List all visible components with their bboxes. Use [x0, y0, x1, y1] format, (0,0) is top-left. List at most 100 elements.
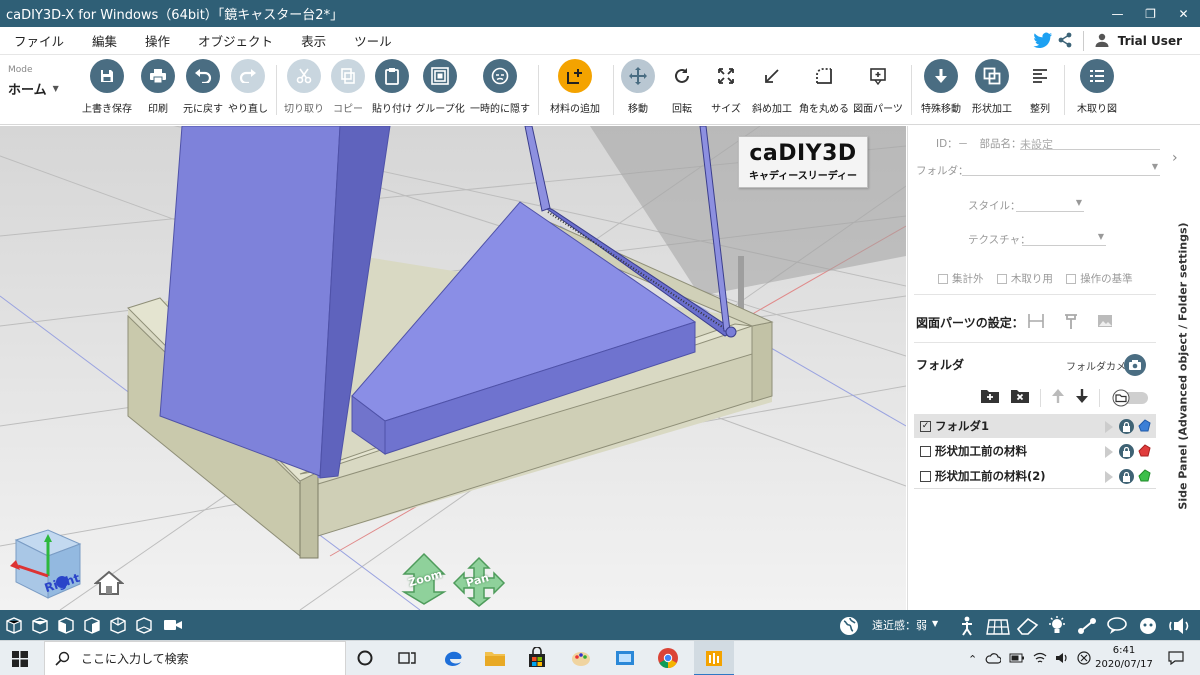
file-explorer-icon[interactable] [482, 645, 508, 671]
measure-icon[interactable] [1076, 616, 1096, 634]
notification-icon[interactable] [1168, 651, 1184, 668]
user-icon[interactable] [1094, 32, 1110, 51]
video-camera-icon[interactable] [162, 616, 182, 634]
folder-row-3[interactable]: 形状加工前の材料(2) [914, 464, 1156, 488]
menu-tools[interactable]: ツール [340, 31, 406, 50]
view-cube-back-icon[interactable] [108, 616, 128, 634]
zoom-control[interactable]: Zoom [398, 552, 450, 606]
hand-icon[interactable] [1136, 467, 1154, 486]
close-button[interactable]: ✕ [1167, 0, 1200, 27]
view-cube[interactable]: Right [6, 526, 86, 604]
style-label: スタイル： [968, 200, 1021, 212]
align-button[interactable]: 整列 [1010, 59, 1070, 115]
menu-file[interactable]: ファイル [0, 31, 78, 50]
chevron-up-icon[interactable]: ⌃ [968, 653, 977, 666]
view-cube-top-icon[interactable] [30, 616, 50, 634]
viewer-app-icon[interactable] [612, 645, 638, 671]
group-button[interactable]: グループ化 [410, 59, 470, 115]
home-view-button[interactable] [93, 570, 125, 599]
lock-icon[interactable] [1119, 444, 1134, 459]
folder-row-1[interactable]: ✓ フォルダ1 [914, 414, 1156, 438]
base-checkbox[interactable]: 操作の基準 [1066, 273, 1133, 285]
add-folder-icon[interactable] [980, 388, 1000, 407]
system-clock[interactable]: 6:41 2020/07/17 [1092, 644, 1156, 672]
speaker-icon[interactable] [1055, 652, 1069, 667]
user-name[interactable]: Trial User [1118, 34, 1182, 48]
chevron-right-icon[interactable]: › [1172, 150, 1178, 166]
bevel-button[interactable]: 斜め加工 [742, 59, 802, 115]
camera-icon[interactable] [1124, 354, 1146, 376]
arrow-up-icon[interactable] [1051, 388, 1065, 407]
light-bulb-icon[interactable] [1046, 616, 1066, 634]
view-cube-front-icon[interactable] [4, 616, 24, 634]
character-icon[interactable] [1136, 616, 1156, 634]
shape-processing-icon [975, 59, 1009, 93]
folder-checkbox[interactable] [920, 470, 931, 482]
cortana-icon[interactable] [352, 645, 378, 671]
cutting-diagram-button[interactable]: 木取り図 [1067, 59, 1127, 115]
battery-icon[interactable] [1009, 653, 1025, 666]
view-cube-right-icon[interactable] [82, 616, 102, 634]
side-panel: ID：－ 部品名： 未設定 フォルダ： ▼ スタイル： ▼ テクスチャ： ▼ 集… [907, 126, 1200, 610]
ribbon-toolbar: Mode ホーム ▼ 上書き保存 印刷 元に戻す やり直し 切り取り コピー 貼り… [0, 55, 1200, 125]
style-dropdown[interactable]: ▼ [1016, 198, 1084, 212]
drawing-parts-button[interactable]: 図面パーツ [848, 59, 908, 115]
texture-dropdown[interactable]: ▼ [1022, 232, 1106, 246]
restore-button[interactable]: ❐ [1134, 0, 1167, 27]
mode-selector[interactable]: Mode ホーム ▼ [8, 65, 60, 98]
menu-edit[interactable]: 編集 [78, 31, 131, 50]
comment-icon[interactable] [1106, 616, 1127, 634]
folder-row-2[interactable]: 形状加工前の材料 [914, 439, 1156, 463]
figure-icon[interactable] [956, 616, 976, 636]
menu-object[interactable]: オブジェクト [184, 31, 287, 50]
kidori-checkbox[interactable]: 木取り用 [996, 273, 1053, 285]
lock-icon[interactable] [1119, 469, 1134, 484]
pan-control[interactable]: Pan [452, 556, 506, 608]
store-icon[interactable] [524, 645, 550, 671]
twitter-icon[interactable] [1033, 32, 1053, 51]
perspective-dropdown[interactable]: ▼ [932, 619, 938, 628]
house-icon [93, 570, 125, 595]
redo-button[interactable]: やり直し [218, 59, 278, 115]
side-panel-tab[interactable]: Side Panel (Advanced object / Folder set… [1170, 166, 1196, 566]
hide-temporarily-button[interactable]: 一時的に隠す [470, 59, 530, 115]
part-name-field[interactable]: 未設定 [1020, 136, 1160, 151]
perspective-label: 遠近感：弱 [872, 619, 927, 632]
edge-browser-icon[interactable] [440, 645, 466, 671]
arrow-down-icon[interactable] [1075, 388, 1089, 407]
pin-icon[interactable] [1062, 312, 1080, 333]
dimension-icon[interactable] [1026, 312, 1046, 333]
no-sync-icon[interactable] [1077, 651, 1091, 668]
windows-start-icon[interactable] [12, 651, 28, 670]
image-icon[interactable] [1096, 312, 1114, 333]
lock-icon[interactable] [1119, 419, 1134, 434]
wifi-icon[interactable] [1033, 652, 1047, 667]
grid-icon[interactable] [986, 616, 1010, 635]
minimize-button[interactable]: — [1101, 0, 1134, 27]
menu-view[interactable]: 表示 [287, 31, 340, 50]
share-icon[interactable] [1057, 32, 1073, 51]
cadiy3d-taskbar-icon[interactable] [694, 641, 734, 675]
exclude-checkbox[interactable]: 集計外 [938, 273, 984, 285]
hand-icon[interactable] [1136, 442, 1154, 461]
folder-toggle[interactable] [1110, 389, 1150, 407]
view-cube-left-icon[interactable] [56, 616, 76, 634]
folder-checkbox[interactable] [920, 445, 931, 457]
chrome-icon[interactable] [655, 645, 681, 671]
hand-icon[interactable] [1136, 417, 1154, 436]
delete-folder-icon[interactable] [1010, 388, 1030, 407]
round-corner-button[interactable]: 角を丸める [794, 59, 854, 115]
3d-viewport[interactable]: caDIY3D キャディースリーディー Right Zoom Pan [0, 126, 906, 610]
cloud-icon[interactable] [985, 652, 1002, 667]
menu-operation[interactable]: 操作 [131, 31, 184, 50]
task-view-icon[interactable] [394, 645, 420, 671]
add-material-button[interactable]: 材料の追加 [545, 59, 605, 115]
eraser-icon[interactable] [1016, 616, 1039, 635]
taskbar-search-box[interactable]: ここに入力して検索 [44, 641, 346, 675]
globe-icon[interactable] [838, 616, 858, 635]
paint-icon[interactable] [568, 645, 594, 671]
sound-icon[interactable] [1168, 616, 1189, 634]
view-cube-bottom-icon[interactable] [134, 616, 154, 634]
folder-checkbox[interactable]: ✓ [920, 420, 931, 432]
folder-dropdown[interactable]: ▼ [962, 162, 1160, 176]
